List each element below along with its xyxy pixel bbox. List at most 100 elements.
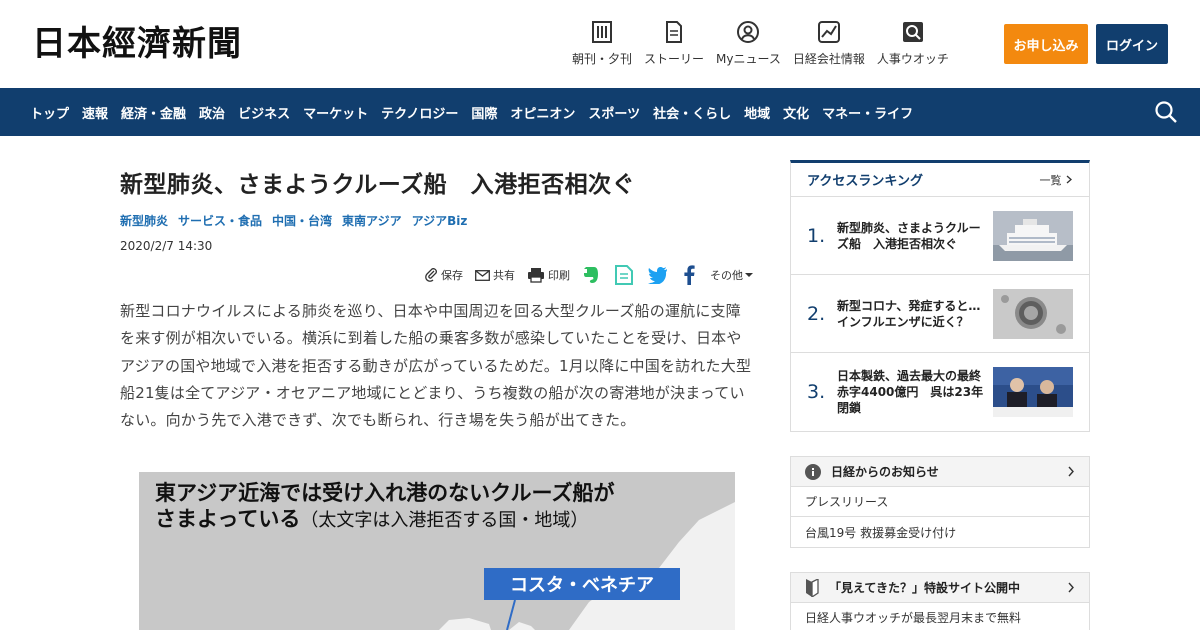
- nikkei-notice: 日経からのお知らせ プレスリリース 台風19号 救援募金受け付け: [790, 456, 1090, 548]
- printer-icon: [527, 267, 545, 283]
- facebook-button[interactable]: [683, 265, 698, 285]
- nav-item-economy[interactable]: 経済・金融: [121, 103, 186, 122]
- notice-link-donation[interactable]: 台風19号 救援募金受け付け: [791, 517, 1089, 547]
- special-site-box: 「見えてきた？」特設サイト公開中 日経人事ウオッチが最長翌月末まで無料: [790, 572, 1090, 630]
- paperclip-icon: [425, 268, 438, 282]
- ranking-thumbnail-cruise-ship: [993, 210, 1073, 261]
- header-nav-label: 日経会社情報: [792, 52, 865, 66]
- site-logo[interactable]: 日本經濟新聞: [32, 24, 242, 64]
- nav-item-politics[interactable]: 政治: [199, 103, 225, 122]
- header-nav-jinji[interactable]: 人事ウオッチ: [877, 20, 949, 67]
- info-icon: [805, 463, 821, 480]
- ranking-text: 日本製鉄、過去最大の最終赤字4400億円 呉は23年閉鎖: [837, 369, 984, 415]
- newspaper-icon: [590, 20, 614, 44]
- site-header: 日本經濟新聞 朝刊・夕刊 ストーリー Myニュース 日経会社情報 人事ウオッチ …: [0, 0, 1200, 88]
- notice-link-press-release[interactable]: プレスリリース: [791, 487, 1089, 517]
- header-nav-paper[interactable]: 朝刊・夕刊: [572, 20, 632, 67]
- nav-item-market[interactable]: マーケット: [303, 103, 368, 122]
- caret-down-icon: [745, 272, 753, 278]
- header-nav-story[interactable]: ストーリー: [644, 20, 704, 67]
- note-button[interactable]: [615, 265, 636, 285]
- header-nav-label: 人事ウオッチ: [876, 52, 949, 66]
- ranking-item[interactable]: 2. 新型コロナ、発症すると…インフルエンザに近く？: [791, 275, 1089, 353]
- ranking-more-link[interactable]: 一覧: [1040, 172, 1074, 188]
- ranking-title: アクセスランキング: [807, 174, 923, 189]
- nav-item-society[interactable]: 社会・くらし: [653, 103, 731, 122]
- nav-item-international[interactable]: 国際: [471, 103, 497, 122]
- login-button[interactable]: ログイン: [1096, 24, 1168, 64]
- share-button[interactable]: 共有: [475, 267, 515, 283]
- more-label: その他: [710, 269, 743, 282]
- header-nav-label: 朝刊・夕刊: [572, 52, 633, 66]
- more-button[interactable]: その他: [710, 267, 756, 283]
- special-header[interactable]: 「見えてきた？」特設サイト公開中: [791, 573, 1089, 603]
- figure-title-line1: 東アジア近海では受け入れ港のないクルーズ船が: [155, 481, 615, 505]
- tag-link[interactable]: サービス・食品: [178, 212, 262, 229]
- nav-item-money-life[interactable]: マネー・ライフ: [822, 103, 913, 122]
- ranking-item[interactable]: 3. 日本製鉄、過去最大の最終赤字4400億円 呉は23年閉鎖: [791, 353, 1089, 431]
- document-icon: [662, 20, 686, 44]
- main-navbar: トップ 速報 経済・金融 政治 ビジネス マーケット テクノロジー 国際 オピニ…: [0, 88, 1200, 136]
- facebook-icon: [683, 265, 695, 285]
- chevron-right-icon: [1067, 462, 1075, 481]
- notice-title: 日経からのお知らせ: [831, 465, 939, 479]
- print-button[interactable]: 印刷: [527, 267, 570, 283]
- header-nav-label: Myニュース: [716, 52, 781, 66]
- special-link[interactable]: 日経人事ウオッチが最長翌月末まで無料: [791, 603, 1089, 630]
- article-title: 新型肺炎、さまようクルーズ船 入港拒否相次ぐ: [120, 172, 636, 198]
- magnifier-icon: [901, 20, 925, 44]
- ranking-item[interactable]: 1. 新型肺炎、さまようクルーズ船 入港拒否相次ぐ: [791, 197, 1089, 275]
- ranking-text: 新型コロナ、発症すると…インフルエンザに近く？: [837, 298, 981, 329]
- save-button[interactable]: 保存: [425, 267, 463, 283]
- person-icon: [736, 20, 760, 44]
- ranking-number: 2.: [807, 302, 826, 325]
- tag-link[interactable]: 新型肺炎: [120, 212, 168, 229]
- nav-item-technology[interactable]: テクノロジー: [381, 103, 458, 122]
- special-title: 「見えてきた？」特設サイト公開中: [829, 581, 1021, 595]
- article: 新型肺炎、さまようクルーズ船 入港拒否相次ぐ 新型肺炎 サービス・食品 中国・台…: [120, 160, 756, 434]
- share-label: 共有: [493, 269, 515, 282]
- twitter-button[interactable]: [648, 266, 671, 284]
- chevron-right-icon: [1065, 174, 1073, 187]
- beginner-mark-icon: [805, 578, 819, 597]
- tag-link[interactable]: アジアBiz: [412, 212, 468, 229]
- ranking-thumbnail-virus: [993, 288, 1073, 339]
- figure-title-line2: さまよっている: [155, 507, 301, 531]
- access-ranking: アクセスランキング 一覧 1. 新型肺炎、さまようクルーズ船 入港拒否相次ぐ 2…: [790, 160, 1090, 432]
- search-icon[interactable]: [1154, 100, 1178, 124]
- evernote-button[interactable]: [582, 265, 603, 285]
- note-icon: [615, 265, 633, 285]
- ranking-number: 3.: [807, 381, 826, 403]
- nav-item-culture[interactable]: 文化: [783, 103, 809, 122]
- article-body: 新型コロナウイルスによる肺炎を巡り、日本や中国周辺を回る大型クルーズ船の運航に支…: [120, 302, 752, 430]
- article-toolbar: 保存 共有 印刷 その他: [120, 263, 756, 287]
- nav-item-region[interactable]: 地域: [744, 103, 770, 122]
- figure-ship-label: コスタ・ベネチア: [484, 568, 680, 600]
- article-figure-map: 東アジア近海では受け入れ港のないクルーズ船が さまよっている（太文字は入港拒否す…: [139, 472, 735, 630]
- mail-icon: [475, 269, 490, 281]
- ranking-number: 1.: [807, 224, 826, 247]
- nav-item-top[interactable]: トップ: [30, 103, 69, 122]
- twitter-icon: [648, 266, 668, 284]
- nav-item-business[interactable]: ビジネス: [238, 103, 290, 122]
- ranking-text: 新型肺炎、さまようクルーズ船 入港拒否相次ぐ: [837, 220, 981, 251]
- header-nav-label: ストーリー: [644, 52, 705, 66]
- chart-icon: [817, 20, 841, 44]
- ranking-header: アクセスランキング 一覧: [791, 163, 1089, 197]
- article-tags: 新型肺炎 サービス・食品 中国・台湾 東南アジア アジアBiz: [120, 212, 756, 229]
- ranking-more-label: 一覧: [1039, 173, 1062, 187]
- nav-item-opinion[interactable]: オピニオン: [510, 103, 575, 122]
- header-nav-mynews[interactable]: Myニュース: [716, 20, 781, 67]
- figure-title: 東アジア近海では受け入れ港のないクルーズ船が さまよっている（太文字は入港拒否す…: [155, 480, 614, 534]
- article-date: 2020/2/7 14:30: [120, 239, 213, 253]
- header-nav-company[interactable]: 日経会社情報: [793, 20, 865, 67]
- nav-item-sports[interactable]: スポーツ: [588, 103, 640, 122]
- apply-button[interactable]: お申し込み: [1004, 24, 1088, 64]
- tag-link[interactable]: 中国・台湾: [272, 212, 332, 229]
- save-label: 保存: [441, 269, 463, 282]
- figure-title-paren: （太文字は入港拒否する国・地域）: [300, 510, 589, 531]
- notice-header[interactable]: 日経からのお知らせ: [791, 457, 1089, 487]
- nav-item-breaking[interactable]: 速報: [82, 103, 108, 122]
- tag-link[interactable]: 東南アジア: [342, 212, 402, 229]
- evernote-icon: [582, 265, 600, 285]
